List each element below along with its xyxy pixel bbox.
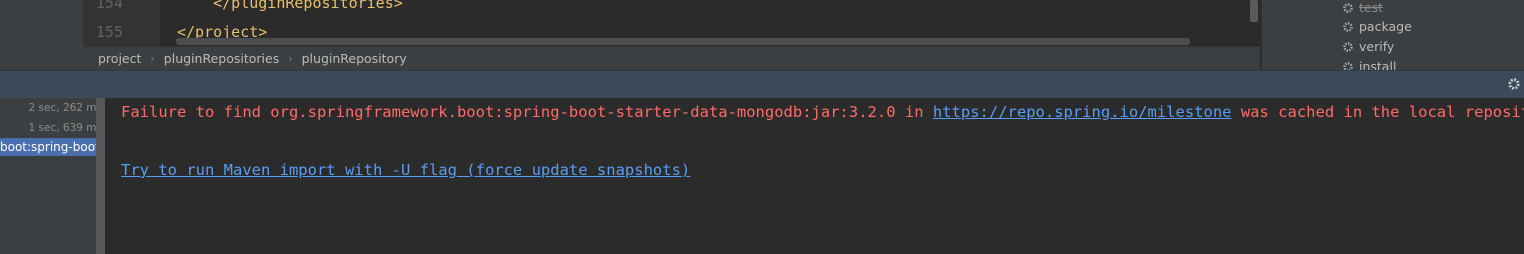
line-number: 155: [95, 23, 123, 41]
maven-goal-test[interactable]: test: [1342, 0, 1383, 15]
chevron-right-icon: ›: [288, 52, 293, 65]
build-tool-window-header: [0, 70, 1524, 98]
breadcrumb: project › pluginRepositories › pluginRep…: [83, 46, 1260, 70]
chevron-right-icon: ›: [150, 52, 155, 65]
maven-goal-verify[interactable]: verify: [1342, 39, 1394, 54]
error-text: was cached in the local repository: [1240, 103, 1524, 121]
selected-build-node[interactable]: .boot:spring-boot: [0, 138, 105, 156]
breadcrumb-item[interactable]: pluginRepositories: [164, 51, 279, 66]
settings-gear-icon[interactable]: [1507, 77, 1521, 91]
gear-icon: [1343, 2, 1353, 13]
force-update-link[interactable]: Try to run Maven import with -U flag (fo…: [121, 161, 690, 179]
build-duration[interactable]: 2 sec, 262 ms: [29, 102, 102, 114]
editor-vertical-scrollbar[interactable]: [1250, 0, 1258, 22]
build-tree: 2 sec, 262 ms 1 sec, 639 ms .boot:spring…: [0, 98, 105, 254]
maven-goal-label: test: [1359, 0, 1384, 15]
editor-horizontal-scrollbar[interactable]: [176, 38, 1190, 45]
repository-link[interactable]: https://repo.spring.io/milestone: [933, 103, 1232, 121]
line-number: 154: [95, 0, 123, 12]
maven-import-action: Try to run Maven import with -U flag (fo…: [121, 161, 690, 179]
maven-goal-package[interactable]: package: [1342, 19, 1412, 34]
breadcrumb-item[interactable]: project: [98, 51, 141, 66]
build-console-output: Failure to find org.springframework.boot…: [105, 98, 1524, 254]
gear-icon: [1343, 21, 1353, 32]
error-message: Failure to find org.springframework.boot…: [121, 103, 1524, 121]
code-line: </pluginRepositories>: [177, 0, 403, 12]
error-text: Failure to find org.springframework.boot…: [121, 103, 933, 121]
build-duration[interactable]: 1 sec, 639 ms: [29, 122, 102, 134]
breadcrumb-item[interactable]: pluginRepository: [302, 51, 407, 66]
maven-goal-label: verify: [1359, 39, 1395, 54]
maven-goal-label: package: [1359, 19, 1412, 34]
maven-tool-window: test package verify install: [1261, 0, 1524, 74]
splitter[interactable]: [96, 98, 105, 254]
gear-icon: [1343, 41, 1353, 52]
project-panel-edge: [0, 0, 83, 70]
